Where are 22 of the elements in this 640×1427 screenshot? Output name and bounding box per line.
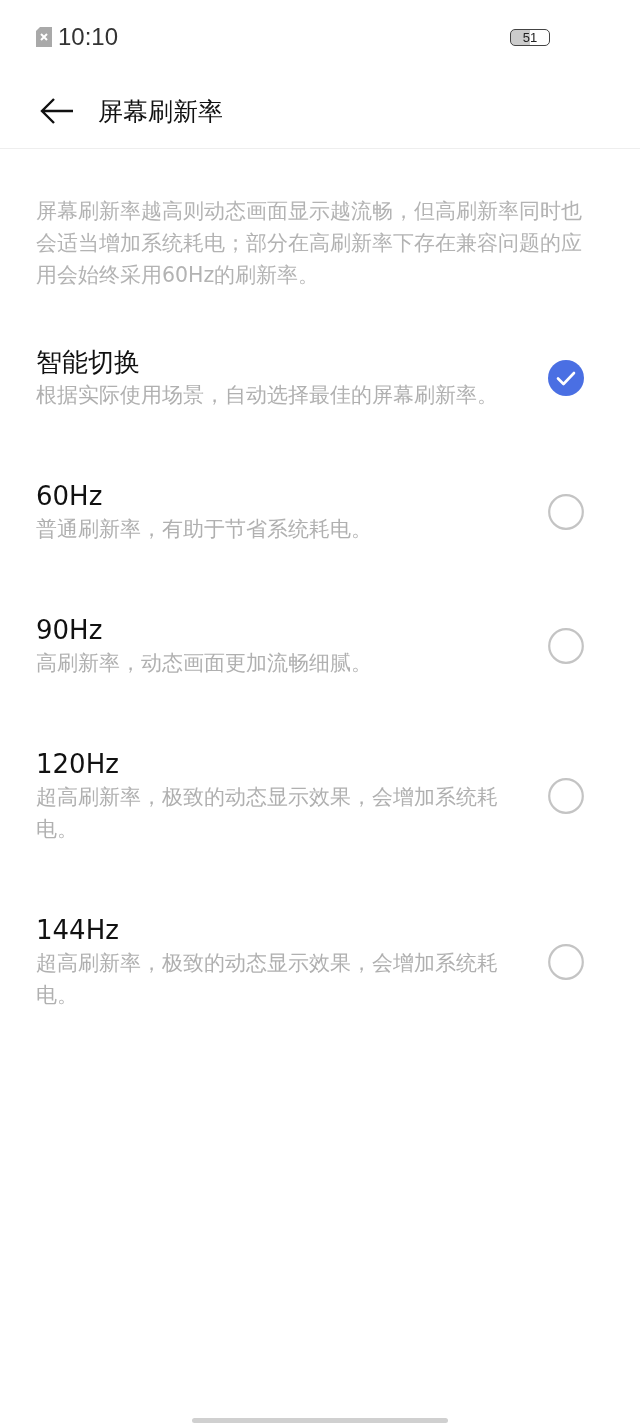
option-title: 120Hz (36, 748, 120, 781)
description-text: 屏幕刷新率越高则动态画面显示越流畅，但高刷新率同时也会适当增加系统耗电；部分在高刷新率下存在兼容问题的应用会始终采用60Hz的刷新率。 (36, 198, 583, 289)
option-description: 根据实际使用场景，自动选择最佳的屏幕刷新率。 (36, 382, 499, 409)
option-title: 60Hz (36, 480, 104, 513)
radio-button[interactable] (548, 360, 584, 396)
radio-button[interactable] (548, 778, 584, 814)
option-title: 智能切换 (36, 346, 141, 379)
no-sim-icon (36, 27, 52, 47)
page-title: 屏幕刷新率 (98, 95, 223, 128)
battery-indicator: 51 (510, 28, 550, 46)
option-title: 144Hz (36, 914, 120, 947)
option-description: 高刷新率，动态画面更加流畅细腻。 (36, 650, 373, 677)
home-indicator[interactable] (192, 1418, 448, 1423)
option-description: 普通刷新率，有助于节省系统耗电。 (36, 516, 373, 543)
radio-button[interactable] (548, 628, 584, 664)
option-title: 90Hz (36, 614, 104, 647)
back-arrow-icon[interactable] (40, 97, 74, 125)
radio-button[interactable] (548, 944, 584, 980)
radio-button[interactable] (548, 494, 584, 530)
status-time: 10:10 (58, 23, 119, 51)
option-description: 超高刷新率，极致的动态显示效果，会增加系统耗电。 (36, 950, 499, 1009)
option-description: 超高刷新率，极致的动态显示效果，会增加系统耗电。 (36, 784, 499, 843)
